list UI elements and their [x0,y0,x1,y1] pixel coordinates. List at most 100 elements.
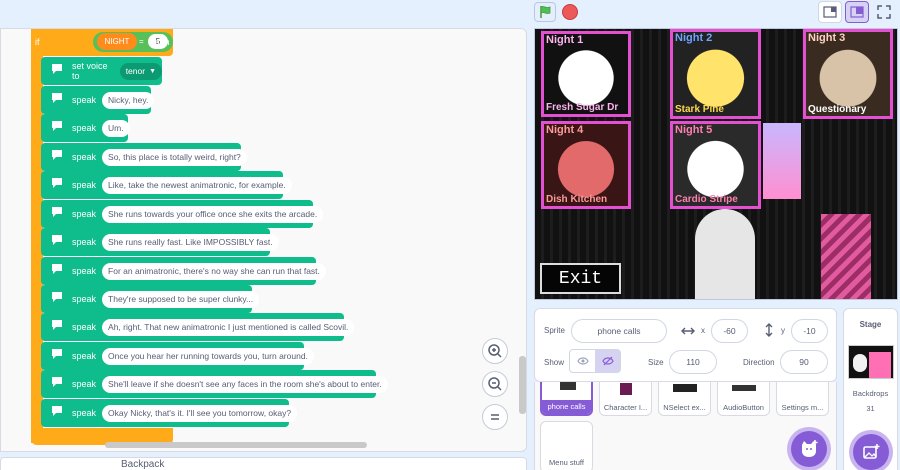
speak-label: speak [72,95,97,105]
night-5-subtitle: Cardio Stripe [675,194,738,205]
backdrop-preview-face [853,354,867,372]
sprite-tile-menu-stuff[interactable]: Menu stuff [540,421,593,470]
speak-text-input[interactable]: She runs really fast. Like IMPOSSIBLY fa… [102,233,279,251]
speak-text-input[interactable]: They're supposed to be super clunky... [102,290,260,308]
speak-block[interactable]: speak She'll leave if she doesn't see any… [41,370,388,398]
speak-block[interactable]: speak She runs really fast. Like IMPOSSIB… [41,228,279,256]
set-voice-label: set voice to [72,61,108,81]
vertical-arrows-icon [765,323,773,337]
night-1-subtitle: Fresh Sugar Dr [546,102,619,113]
show-sprite-button[interactable] [570,350,595,372]
night-4-title: Night 4 [546,124,584,136]
choose-sprite-button[interactable] [791,431,827,467]
night-2-thumbnail[interactable]: Night 2 Stark Pine [670,29,761,119]
speak-label: speak [72,294,97,304]
zoom-in-button[interactable] [482,338,508,364]
speak-text-input[interactable]: For an animatronic, there's no way she c… [102,262,326,280]
horizontal-scrollbar[interactable] [105,442,367,448]
speak-block[interactable]: speak For an animatronic, there's no way … [41,257,326,285]
fullscreen-button[interactable] [872,1,896,23]
speak-block[interactable]: speak Like, take the newest animatronic, … [41,171,292,199]
speak-block[interactable]: speak Ah, right. That new animatronic I j… [41,313,355,341]
zoom-reset-button[interactable] [482,404,508,430]
sprite-tile-phone-calls[interactable]: phone calls [540,382,593,416]
if-block[interactable]: if NIGHT = 5 then [31,29,173,56]
stage-canvas[interactable]: Night 1 Fresh Sugar Dr Night 2 Stark Pin… [534,28,898,300]
image-add-icon [863,444,880,459]
backdrop-preview [869,352,891,378]
stage-thumbnail[interactable] [848,345,894,379]
direction-input[interactable]: 90 [780,350,828,374]
speak-text-input[interactable]: Nicky, hey. [102,91,155,109]
night-1-thumbnail[interactable]: Night 1 Fresh Sugar Dr [541,31,631,117]
speech-bubble-icon [52,150,62,160]
speak-text-input[interactable]: Like, take the newest animatronic, for e… [102,176,292,194]
speak-text-input[interactable]: She'll leave if she doesn't see any face… [102,375,388,393]
size-input[interactable]: 110 [669,350,717,374]
set-voice-block[interactable]: set voice to tenor ▼ [41,57,162,85]
exit-button[interactable]: Exit [540,263,621,294]
sprite-tile-name: Menu stuff [549,458,584,467]
sprite-tile-settings[interactable]: Settings m... [776,382,829,416]
night-2-subtitle: Stark Pine [675,104,724,115]
x-position-input[interactable]: -60 [711,319,748,343]
animatronic-sketch [695,209,755,299]
speak-text-input[interactable]: So, this place is totally weird, right? [102,148,247,166]
night-5-title: Night 5 [675,124,713,136]
night-4-thumbnail[interactable]: Night 4 Dish Kitchen [541,121,631,209]
speak-block[interactable]: speak They're supposed to be super clunky… [41,285,260,313]
night-variable-reporter[interactable]: NIGHT [97,33,137,50]
y-label: y [781,326,785,335]
sprite-tile-character[interactable]: Character I... [599,382,652,416]
speak-text-input[interactable]: Okay Nicky, that's it. I'll see you tomo… [102,404,298,422]
sprite-name-input[interactable]: phone calls [571,319,667,343]
speak-block[interactable]: speak Nicky, hey. [41,86,155,114]
zoom-in-icon [488,344,502,358]
speak-label: speak [72,180,97,190]
zoom-out-button[interactable] [482,371,508,397]
green-flag-button[interactable] [534,2,556,22]
sprite-tile-name: Character I... [603,403,648,412]
speak-label: speak [72,266,97,276]
choose-backdrop-button[interactable] [853,434,889,470]
backpack-panel[interactable]: Backpack [0,457,527,470]
sprite-tile-nselect[interactable]: NSelect ex... [658,382,711,416]
sprite-tile-name: Settings m... [781,403,824,412]
speak-label: speak [72,123,97,133]
speak-label: speak [72,351,97,361]
speak-block[interactable]: speak Um. [41,114,130,142]
hide-sprite-button[interactable] [595,350,620,372]
large-stage-icon [850,6,864,18]
speech-bubble-icon [52,264,62,274]
speak-block[interactable]: speak She runs towards your office once s… [41,200,324,228]
sprite-thumbnail [620,383,632,395]
animatronic-sketch [763,123,801,199]
night-2-title: Night 2 [675,32,713,44]
speech-bubble-icon [52,292,62,302]
speak-text-input[interactable]: Ah, right. That new animatronic I just m… [102,318,355,336]
speak-label: speak [72,379,97,389]
sprite-tile-name: NSelect ex... [663,403,706,412]
small-stage-button[interactable] [818,1,842,23]
night-5-thumbnail[interactable]: Night 5 Cardio Stripe [670,121,761,209]
voice-dropdown-value: tenor [125,65,146,76]
speak-block[interactable]: speak Okay Nicky, that's it. I'll see you… [41,399,298,427]
voice-dropdown[interactable]: tenor ▼ [119,62,162,80]
speech-bubble-icon [52,377,62,387]
stage-title: Stage [859,320,882,329]
speak-block[interactable]: speak Once you hear her running towards y… [41,342,314,370]
script-area[interactable]: if NIGHT = 5 then set voice to tenor ▼ sp… [0,28,527,452]
speak-text-input[interactable]: Once you hear her running towards you, t… [102,347,314,365]
speak-block[interactable]: speak So, this place is totally weird, ri… [41,143,247,171]
speak-text-input[interactable]: Um. [102,119,130,137]
large-stage-button[interactable] [845,1,869,23]
sprite-tile-audiobutton[interactable]: AudioButton [717,382,770,416]
speech-bubble-icon [52,235,62,245]
speak-text-input[interactable]: She runs towards your office once she ex… [102,205,324,223]
y-position-input[interactable]: -10 [791,319,828,343]
stage-selector-pane[interactable]: Stage Backdrops 31 [843,308,898,470]
vertical-scrollbar[interactable] [519,356,526,414]
stop-button[interactable] [562,4,578,20]
horizontal-arrows-icon [681,327,695,335]
night-3-thumbnail[interactable]: Night 3 Questionary [803,29,893,119]
